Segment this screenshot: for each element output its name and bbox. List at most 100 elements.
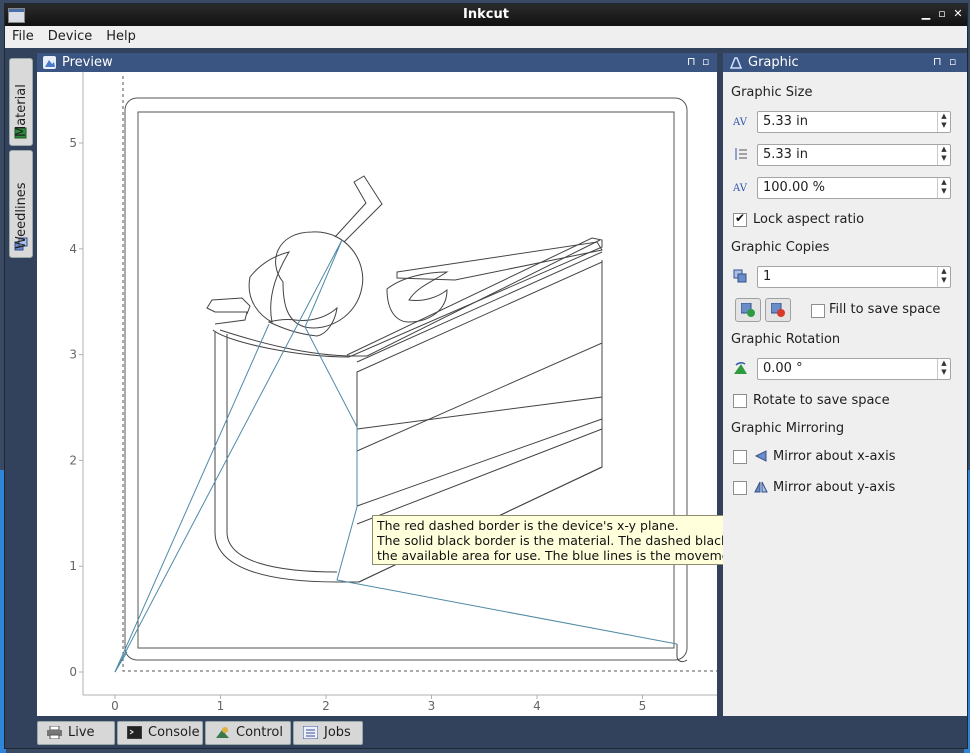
- tab-material-label: Material: [14, 84, 29, 137]
- tab-live-label: Live: [68, 725, 95, 740]
- svg-text:AV: AV: [733, 117, 748, 128]
- add-copy-button[interactable]: [735, 298, 761, 322]
- remove-copy-icon: [771, 303, 785, 317]
- y-tick-label: 4: [69, 242, 77, 256]
- preview-dock-header[interactable]: Preview ⊓ ▫: [37, 53, 717, 72]
- preview-plot[interactable]: 0 1 2 3 4 5 0 1 2 3 4 5: [37, 72, 717, 716]
- scale-icon: AV: [733, 183, 748, 194]
- mirror-y-label: Mirror about y-axis: [773, 480, 896, 495]
- tab-control-label: Control: [236, 725, 283, 740]
- mirror-x-icon: [755, 450, 767, 462]
- y-axis-ticks: 0 1 2 3 4 5: [69, 136, 83, 679]
- tab-material[interactable]: Material: [9, 58, 33, 146]
- x-tick-label: 3: [428, 699, 436, 713]
- width-stepper[interactable]: ▲ ▼: [937, 112, 950, 132]
- tab-weedlines-label: Weedlines: [14, 182, 29, 249]
- tab-console[interactable]: Console: [117, 721, 203, 745]
- tab-jobs[interactable]: Jobs: [293, 721, 363, 745]
- width-spinbox[interactable]: 5.33 in ▲ ▼: [757, 111, 951, 133]
- y-tick-label: 2: [69, 453, 77, 467]
- height-icon: [735, 148, 747, 160]
- device-plane-border: [122, 76, 717, 672]
- rotation-stepper[interactable]: ▲ ▼: [937, 359, 950, 379]
- graphic-size-heading: Graphic Size: [731, 85, 813, 100]
- y-tick-label: 3: [69, 348, 77, 362]
- close-icon[interactable]: ✕: [951, 7, 965, 21]
- graphic-panel: Graphic Size AV 5.33 in ▲ ▼ 5.33 in ▲ ▼ AV 1…: [723, 72, 967, 716]
- copies-value: 1: [763, 269, 772, 284]
- rotate-to-save-label: Rotate to save space: [753, 393, 890, 408]
- fill-to-save-checkbox[interactable]: [811, 304, 825, 318]
- menu-file[interactable]: File: [5, 26, 41, 44]
- lock-aspect-label: Lock aspect ratio: [753, 212, 865, 227]
- close-dock-icon[interactable]: ▫: [702, 55, 709, 68]
- bottom-tab-bar: Live Console Control Jobs: [5, 716, 967, 748]
- height-value: 5.33 in: [763, 147, 808, 162]
- height-stepper[interactable]: ▲ ▼: [937, 145, 950, 165]
- copies-spinbox[interactable]: 1 ▲ ▼: [757, 266, 951, 288]
- scale-value: 100.00 %: [763, 180, 825, 195]
- maximize-icon[interactable]: ▫: [935, 7, 949, 21]
- tab-jobs-label: Jobs: [324, 725, 351, 740]
- add-copy-icon: [741, 303, 755, 317]
- mirror-x-label: Mirror about x-axis: [773, 449, 896, 464]
- available-area-border: [137, 111, 675, 649]
- graphic-mirroring-heading: Graphic Mirroring: [731, 421, 845, 436]
- x-axis-ticks: 0 1 2 3 4 5: [111, 695, 646, 713]
- y-tick-label: 5: [69, 136, 77, 150]
- lock-aspect-checkbox[interactable]: [733, 211, 747, 227]
- console-icon: [127, 726, 142, 739]
- x-tick-label: 5: [639, 699, 647, 713]
- tab-weedlines[interactable]: Weedlines: [9, 150, 33, 258]
- control-icon: [216, 727, 229, 738]
- menu-help[interactable]: Help: [99, 26, 143, 44]
- graphic-rotation-heading: Graphic Rotation: [731, 332, 841, 347]
- window-title: Inkcut: [463, 7, 509, 22]
- mirror-y-icon: [754, 481, 768, 493]
- mirror-y-checkbox[interactable]: [733, 481, 747, 495]
- graphic-icon: [729, 57, 742, 69]
- rotation-spinbox[interactable]: 0.00 ° ▲ ▼: [757, 358, 951, 380]
- graphic-copies-heading: Graphic Copies: [731, 240, 830, 255]
- menu-bar: File Device Help: [5, 26, 967, 48]
- height-spinbox[interactable]: 5.33 in ▲ ▼: [757, 144, 951, 166]
- width-value: 5.33 in: [763, 114, 808, 129]
- scale-spinbox[interactable]: 100.00 % ▲ ▼: [757, 177, 951, 199]
- rotation-icon: [734, 362, 747, 374]
- x-tick-label: 2: [322, 699, 330, 713]
- rotate-to-save-checkbox[interactable]: [733, 394, 747, 408]
- copies-stepper[interactable]: ▲ ▼: [937, 267, 950, 287]
- rotation-value: 0.00 °: [763, 361, 803, 376]
- scale-stepper[interactable]: ▲ ▼: [937, 178, 950, 198]
- copies-icon: [733, 269, 747, 283]
- graphic-title: Graphic: [748, 55, 799, 70]
- preview-title: Preview: [62, 55, 113, 70]
- tab-live[interactable]: Live: [37, 721, 115, 745]
- jobs-icon: [303, 726, 318, 739]
- x-tick-label: 1: [217, 699, 225, 713]
- minimize-icon[interactable]: ▁: [919, 7, 933, 21]
- cake-graphic: [206, 175, 688, 663]
- tab-control[interactable]: Control: [205, 721, 291, 745]
- app-window: Inkcut ▁ ▫ ✕ File Device Help Material Wee…: [4, 3, 968, 749]
- tab-console-label: Console: [148, 725, 200, 740]
- close-graphic-dock-icon[interactable]: ▫: [949, 55, 956, 68]
- x-tick-label: 4: [533, 699, 541, 713]
- mirror-x-checkbox[interactable]: [733, 450, 747, 464]
- x-tick-label: 0: [111, 699, 119, 713]
- title-bar[interactable]: Inkcut ▁ ▫ ✕: [5, 4, 967, 26]
- menu-device[interactable]: Device: [41, 26, 99, 44]
- printer-icon: [47, 726, 62, 739]
- float-dock-icon[interactable]: ⊓: [687, 55, 696, 68]
- svg-text:AV: AV: [733, 183, 748, 194]
- movement-path: [114, 239, 678, 673]
- y-tick-label: 0: [69, 665, 77, 679]
- fill-to-save-label: Fill to save space: [829, 302, 941, 317]
- y-tick-label: 1: [69, 559, 77, 573]
- preview-canvas[interactable]: 0 1 2 3 4 5 0 1 2 3 4 5 The red dashed border is t…: [37, 72, 794, 716]
- width-icon: AV: [733, 117, 748, 128]
- remove-copy-button[interactable]: [765, 298, 791, 322]
- float-graphic-dock-icon[interactable]: ⊓: [933, 55, 942, 68]
- graphic-dock-header[interactable]: Graphic ⊓ ▫: [723, 53, 967, 72]
- material-border: [124, 97, 688, 661]
